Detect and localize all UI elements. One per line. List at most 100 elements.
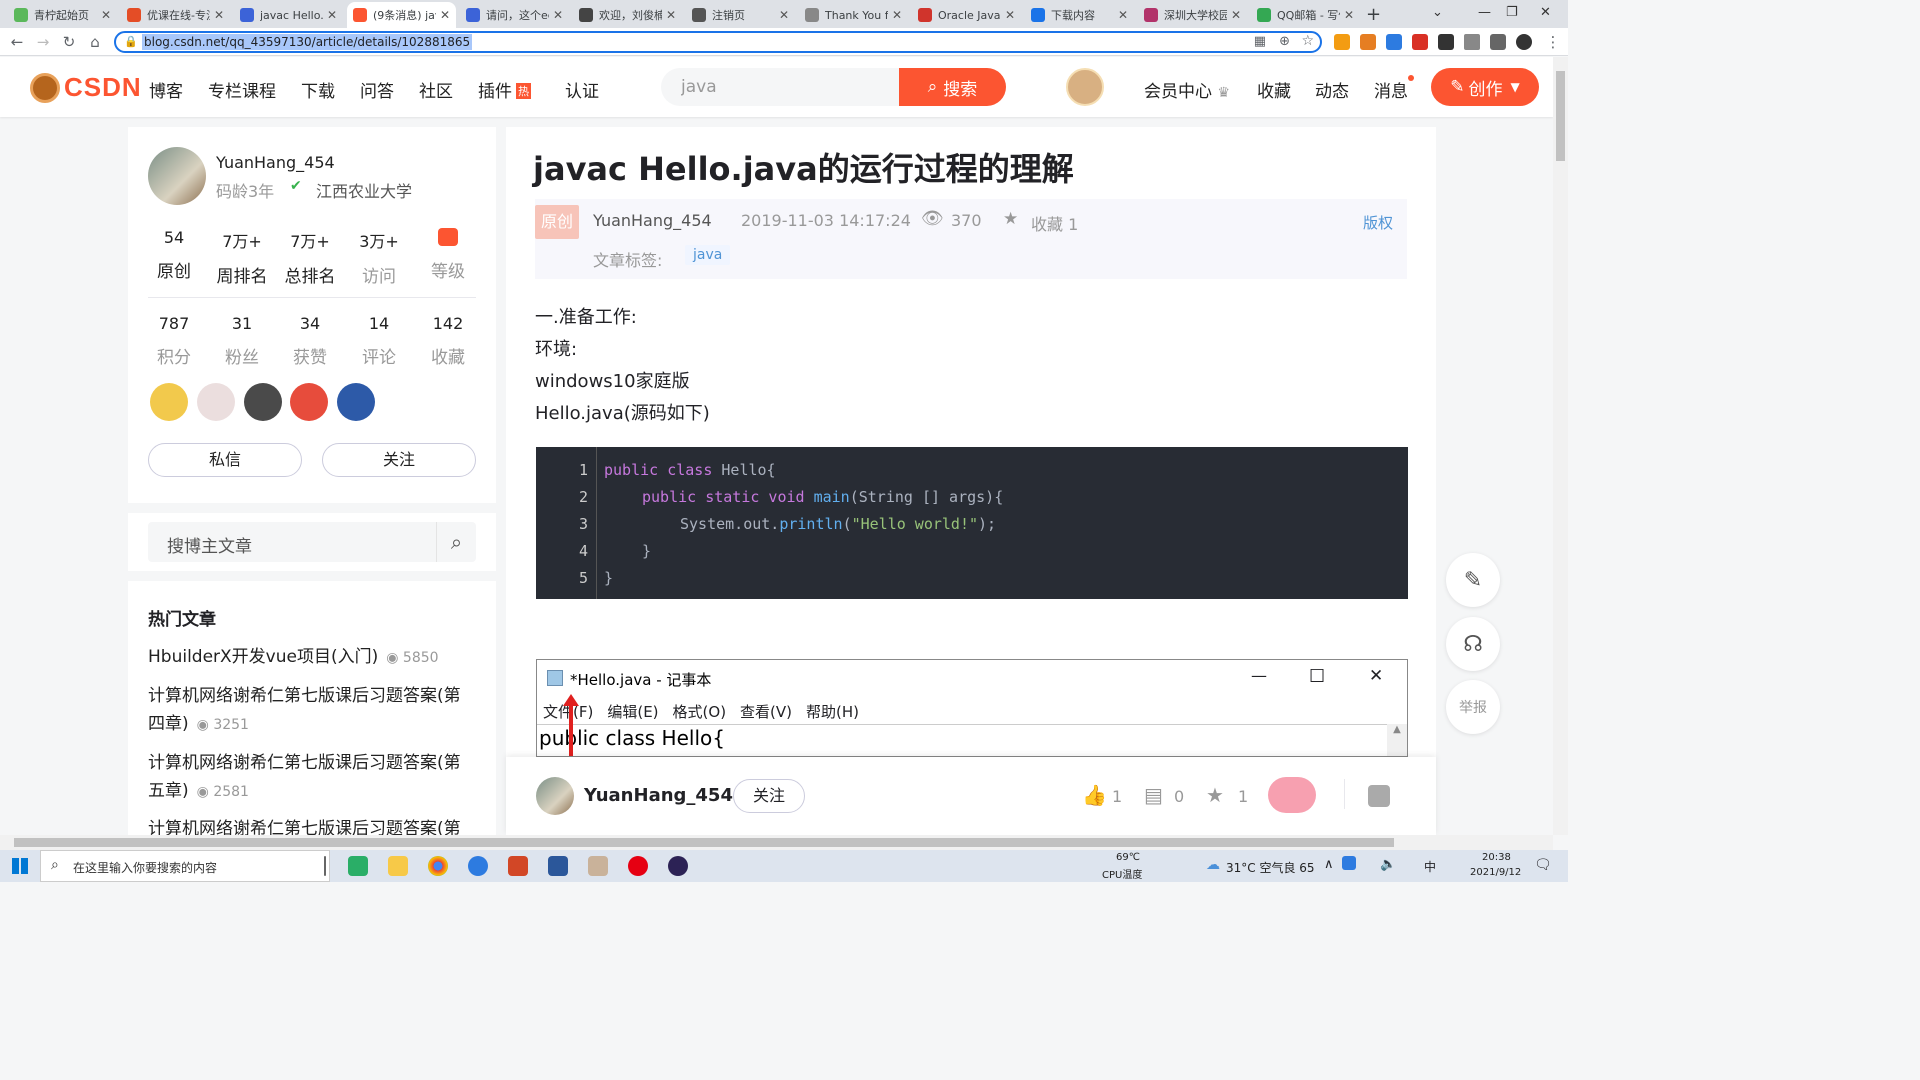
powerpoint-icon[interactable] — [508, 856, 528, 876]
browser-tab[interactable]: 欢迎，刘俊楠 ✕ — [573, 2, 682, 28]
nav-qa[interactable]: 问答 — [360, 77, 394, 102]
favorites-link[interactable]: 收藏 — [1257, 77, 1291, 102]
header-search-input[interactable] — [661, 68, 901, 106]
stat-visits[interactable]: 3万+ 访问 — [347, 228, 411, 287]
extension-icon[interactable] — [1334, 34, 1350, 50]
home-icon[interactable]: ⌂ — [86, 33, 104, 51]
pdf-extension-icon[interactable] — [1412, 34, 1428, 50]
new-tab-button[interactable]: + — [1366, 4, 1381, 25]
scrollbar-thumb[interactable] — [14, 838, 1394, 847]
extension-icon[interactable] — [1386, 34, 1402, 50]
maximize-icon[interactable]: ☐ — [1309, 666, 1325, 687]
extension-icon[interactable] — [1360, 34, 1376, 50]
stat-original[interactable]: 54 原创 — [142, 228, 206, 282]
horizontal-scrollbar[interactable] — [0, 835, 1553, 850]
browser-tab[interactable]: 深圳大学校园 ✕ — [1138, 2, 1247, 28]
author-name[interactable]: YuanHang_454 — [216, 153, 335, 172]
tab-close-icon[interactable]: ✕ — [1344, 8, 1354, 22]
wechat-icon[interactable] — [348, 856, 368, 876]
scrollbar[interactable]: ▲ — [1387, 724, 1407, 756]
hot-article-item[interactable]: 计算机网络谢希仁第七版课后习题答案(第四章) ◉ 3251 — [148, 682, 468, 739]
blog-search-input[interactable]: 搜博主文章 — [167, 532, 252, 557]
clock-time[interactable]: 20:38 — [1482, 852, 1511, 863]
chevron-up-icon[interactable]: ∧ — [1324, 857, 1334, 872]
hot-article-item[interactable]: HbuilderX开发vue项目(入门) ◉ 5850 — [148, 643, 468, 672]
browser-tab[interactable]: Thank You fo ✕ — [799, 2, 908, 28]
file-explorer-icon[interactable] — [388, 856, 408, 876]
stat-level[interactable]: 等级 — [416, 228, 480, 282]
article-author[interactable]: YuanHang_454 — [593, 211, 712, 230]
menu-view[interactable]: 查看(V) — [740, 701, 792, 722]
hot-article-item[interactable]: 计算机网络谢希仁第七版课后习题答案(第 — [148, 815, 468, 835]
notifications-icon[interactable]: 🗨 — [1534, 857, 1552, 873]
badge-icon[interactable] — [337, 383, 375, 421]
stat-comments[interactable]: 14 评论 — [347, 314, 411, 368]
reward-icon[interactable] — [1268, 777, 1316, 813]
header-search-button[interactable]: ⌕ 搜索 — [899, 68, 1006, 106]
stat-points[interactable]: 787 积分 — [142, 314, 206, 368]
browser-tab[interactable]: QQ邮箱 - 写信 ✕ — [1251, 2, 1360, 28]
stat-week-rank[interactable]: 7万+ 周排名 — [210, 228, 274, 287]
restore-icon[interactable]: ❐ — [1506, 5, 1518, 20]
support-icon[interactable]: ☊ — [1446, 617, 1500, 671]
url-text[interactable]: blog.csdn.net/qq_43597130/article/detail… — [142, 34, 473, 50]
tab-close-icon[interactable]: ✕ — [1118, 8, 1128, 22]
follow-button[interactable]: 关注 — [322, 443, 476, 477]
badge-icon[interactable] — [150, 383, 188, 421]
scrollbar-thumb[interactable] — [1556, 71, 1565, 161]
app-icon[interactable] — [588, 856, 608, 876]
address-bar[interactable]: 🔒 blog.csdn.net/qq_43597130/article/deta… — [114, 31, 1322, 53]
menu-dots-icon[interactable]: ⋮ — [1544, 33, 1562, 51]
reading-list-icon[interactable] — [1490, 34, 1506, 50]
windows-start-icon[interactable] — [12, 858, 28, 874]
bookmark-star-icon[interactable]: ☆ — [1301, 33, 1314, 49]
author-avatar[interactable] — [148, 147, 206, 205]
star-icon[interactable]: ★ — [1003, 209, 1018, 229]
activity-link[interactable]: 动态 — [1315, 77, 1349, 102]
tab-close-icon[interactable]: ✕ — [440, 8, 450, 22]
nav-plugins[interactable]: 插件热 — [478, 77, 531, 102]
taskbar-search-input[interactable]: 在这里输入你要搜索的内容 — [73, 859, 217, 876]
nav-certification[interactable]: 认证 — [565, 77, 599, 102]
profile-icon[interactable] — [1516, 34, 1532, 50]
eclipse-icon[interactable] — [668, 856, 688, 876]
close-icon[interactable]: ✕ — [1540, 5, 1551, 20]
tab-close-icon[interactable]: ✕ — [327, 8, 337, 22]
browser-tab[interactable]: 下载内容 ✕ — [1025, 2, 1134, 28]
netease-music-icon[interactable] — [628, 856, 648, 876]
browser-tab[interactable]: javac Hello.ja ✕ — [234, 2, 343, 28]
private-message-button[interactable]: 私信 — [148, 443, 302, 477]
qr-icon[interactable]: ▦ — [1254, 34, 1266, 49]
article-favorites[interactable]: 收藏 1 — [1031, 211, 1078, 235]
zoom-icon[interactable]: ⊕ — [1279, 34, 1290, 49]
browser-tab[interactable]: Oracle Java T ✕ — [912, 2, 1021, 28]
extension-icon[interactable] — [1438, 34, 1454, 50]
share-icon[interactable] — [1368, 785, 1390, 807]
report-button[interactable]: 举报 — [1446, 680, 1500, 734]
user-avatar[interactable] — [1066, 68, 1104, 106]
nav-courses[interactable]: 专栏课程 — [208, 77, 276, 102]
close-icon[interactable]: ✕ — [1369, 666, 1383, 686]
tab-close-icon[interactable]: ✕ — [1231, 8, 1241, 22]
nav-community[interactable]: 社区 — [419, 77, 453, 102]
stat-total-rank[interactable]: 7万+ 总排名 — [278, 228, 342, 287]
tray-app-icon[interactable] — [1342, 856, 1356, 870]
csdn-logo[interactable]: CSDN — [30, 72, 142, 103]
lock-icon[interactable]: 🔒 — [124, 35, 138, 48]
badge-icon[interactable] — [244, 383, 282, 421]
minimize-icon[interactable]: — — [1478, 5, 1491, 20]
bottom-follow-button[interactable]: 关注 — [733, 779, 805, 813]
messages-link[interactable]: 消息 — [1374, 75, 1414, 102]
back-icon[interactable]: ← — [8, 33, 26, 51]
hot-article-item[interactable]: 计算机网络谢希仁第七版课后习题答案(第五章) ◉ 2581 — [148, 749, 468, 806]
author-avatar[interactable] — [536, 777, 574, 815]
tab-close-icon[interactable]: ✕ — [553, 8, 563, 22]
browser-tab[interactable]: 优课在线-专注 ✕ — [121, 2, 230, 28]
reload-icon[interactable]: ↻ — [60, 33, 78, 51]
stat-fans[interactable]: 31 粉丝 — [210, 314, 274, 368]
tab-close-icon[interactable]: ✕ — [779, 8, 789, 22]
browser-tab[interactable]: 注销页 ✕ — [686, 2, 795, 28]
search-icon[interactable]: ⌕ — [436, 522, 476, 562]
tab-search-icon[interactable]: ⌄ — [1432, 5, 1443, 20]
vip-center-link[interactable]: 会员中心 ♛ — [1144, 77, 1230, 102]
